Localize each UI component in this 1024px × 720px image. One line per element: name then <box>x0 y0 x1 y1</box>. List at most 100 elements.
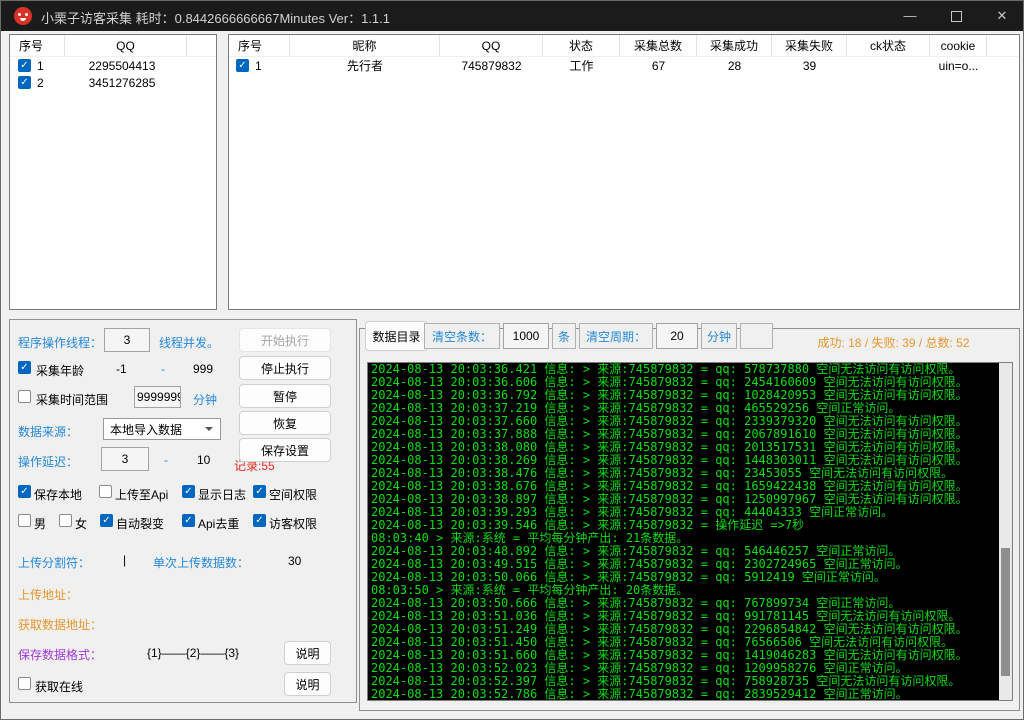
column-header-index[interactable]: 序号 <box>229 35 290 56</box>
time-range-unit-label: 分钟 <box>193 391 217 408</box>
row-checkbox[interactable] <box>18 76 31 89</box>
pause-button[interactable]: 暂停 <box>239 384 331 408</box>
log-line: 2024-08-13 20:03:52.786 信息: > 来源:7458798… <box>368 688 1012 701</box>
data-source-label: 数据来源： <box>18 423 78 440</box>
column-header-blank <box>187 35 216 56</box>
accounts-list-header: 序号 QQ <box>10 35 216 57</box>
auto-fission-checkbox[interactable] <box>100 514 113 527</box>
thread-input[interactable]: 3 <box>104 328 150 352</box>
age-max-value[interactable]: 999 <box>193 362 213 376</box>
clear-count-input[interactable]: 1000 <box>503 323 549 349</box>
data-dir-button[interactable]: 数据目录 <box>365 321 428 351</box>
column-header-fail[interactable]: 采集失败 <box>772 35 847 56</box>
chevron-down-icon <box>205 427 213 435</box>
column-header-total[interactable]: 采集总数 <box>620 35 697 56</box>
age-dash: - <box>161 362 165 376</box>
stop-button[interactable]: 停止执行 <box>239 356 331 380</box>
column-header-qq[interactable]: QQ <box>65 35 187 56</box>
time-range-checkbox[interactable] <box>18 390 31 403</box>
row-total: 67 <box>620 59 697 73</box>
female-checkbox[interactable] <box>59 514 72 527</box>
time-range-input[interactable]: 99999999 <box>134 386 181 408</box>
upload-address-label: 上传地址： <box>18 586 78 603</box>
row-success: 28 <box>697 59 772 73</box>
api-dedup-checkbox[interactable] <box>182 514 195 527</box>
save-local-checkbox[interactable] <box>18 485 31 498</box>
split-char-label: 上传分割符： <box>18 554 90 571</box>
delay-input[interactable]: 3 <box>101 447 149 471</box>
maximize-icon <box>951 11 962 22</box>
row-index: 2 <box>37 76 63 90</box>
row-index: 1 <box>37 59 63 73</box>
fetch-address-label: 获取数据地址： <box>18 616 102 633</box>
show-log-checkbox[interactable] <box>182 485 195 498</box>
app-icon <box>14 7 32 25</box>
time-range-label: 采集时间范围 <box>36 391 108 408</box>
column-header-cookie[interactable]: cookie <box>930 35 987 56</box>
maximize-button[interactable] <box>933 1 979 31</box>
visitor-perm-checkbox[interactable] <box>253 514 266 527</box>
resume-button[interactable]: 恢复 <box>239 411 331 435</box>
delay-max-value[interactable]: 10 <box>197 453 210 467</box>
minimize-button[interactable]: — <box>887 1 933 31</box>
row-qq: 2295504413 <box>63 59 181 73</box>
save-settings-button[interactable]: 保存设置 <box>239 438 331 462</box>
upload-api-label: 上传至Api <box>115 486 168 503</box>
thread-label: 程序操作线程： <box>18 334 102 351</box>
online-help-button[interactable]: 说明 <box>284 672 331 696</box>
save-format-value[interactable]: {1}——{2}——{3} <box>147 646 239 660</box>
space-perm-checkbox[interactable] <box>253 485 266 498</box>
save-local-label: 保存本地 <box>34 486 82 503</box>
age-label: 采集年龄 <box>36 362 84 379</box>
row-qq: 3451276285 <box>63 76 181 90</box>
batch-size-value[interactable]: 30 <box>288 554 301 568</box>
account-row[interactable]: 1 2295504413 <box>10 57 216 74</box>
worker-row[interactable]: 1 先行者 745879832 工作 67 28 39 uin=o... <box>229 57 1019 74</box>
split-char-value[interactable]: | <box>123 553 126 567</box>
get-online-checkbox[interactable] <box>18 677 31 690</box>
show-log-label: 显示日志 <box>198 486 246 503</box>
age-checkbox[interactable] <box>18 361 31 374</box>
column-header-status[interactable]: 状态 <box>543 35 620 56</box>
row-qq: 745879832 <box>440 59 543 73</box>
row-checkbox[interactable] <box>18 59 31 72</box>
column-header-nickname[interactable]: 昵称 <box>290 35 440 56</box>
format-help-button[interactable]: 说明 <box>284 641 331 665</box>
data-source-select[interactable]: 本地导入数据 <box>103 418 221 440</box>
column-header-success[interactable]: 采集成功 <box>697 35 772 56</box>
log-terminal: 2024-08-13 20:03:36.421 信息: > 来源:7458798… <box>367 362 1013 701</box>
column-header-index[interactable]: 序号 <box>10 35 65 56</box>
clear-cycle-input[interactable]: 20 <box>656 323 698 349</box>
get-online-label: 获取在线 <box>35 678 83 695</box>
male-checkbox[interactable] <box>18 514 31 527</box>
row-fail: 39 <box>772 59 847 73</box>
column-header-qq[interactable]: QQ <box>440 35 543 56</box>
api-dedup-label: Api去重 <box>198 515 239 532</box>
male-label: 男 <box>34 515 46 532</box>
close-button[interactable]: ✕ <box>979 1 1024 31</box>
workers-list-header: 序号 昵称 QQ 状态 采集总数 采集成功 采集失败 ck状态 cookie <box>229 35 1019 57</box>
account-row[interactable]: 2 3451276285 <box>10 74 216 91</box>
row-index: 1 <box>255 59 290 73</box>
scrollbar-thumb[interactable] <box>1001 548 1010 676</box>
row-nickname: 先行者 <box>290 57 440 74</box>
accounts-list: 序号 QQ 1 2295504413 2 3451276285 <box>9 34 217 310</box>
auto-fission-label: 自动裂变 <box>116 515 164 532</box>
data-source-value: 本地导入数据 <box>110 421 182 438</box>
delay-dash: - <box>164 453 168 467</box>
column-header-ck[interactable]: ck状态 <box>847 35 930 56</box>
column-header-blank <box>987 35 1019 56</box>
clear-cycle-label: 清空周期： <box>579 323 653 349</box>
age-min-value[interactable]: -1 <box>116 362 127 376</box>
row-status: 工作 <box>543 57 620 74</box>
space-perm-label: 空间权限 <box>269 486 317 503</box>
start-button[interactable]: 开始执行 <box>239 328 331 352</box>
clear-cycle-unit-label: 分钟 <box>701 323 737 349</box>
thread-suffix-label: 线程并发。 <box>159 334 219 351</box>
visitor-perm-label: 访客权限 <box>269 515 317 532</box>
log-scrollbar[interactable] <box>999 363 1012 700</box>
delay-label: 操作延迟： <box>18 453 78 470</box>
window-title: 小栗子访客采集 耗时：0.8442666666667Minutes Ver：1.… <box>41 8 390 27</box>
row-checkbox[interactable] <box>236 59 249 72</box>
upload-api-checkbox[interactable] <box>99 485 112 498</box>
